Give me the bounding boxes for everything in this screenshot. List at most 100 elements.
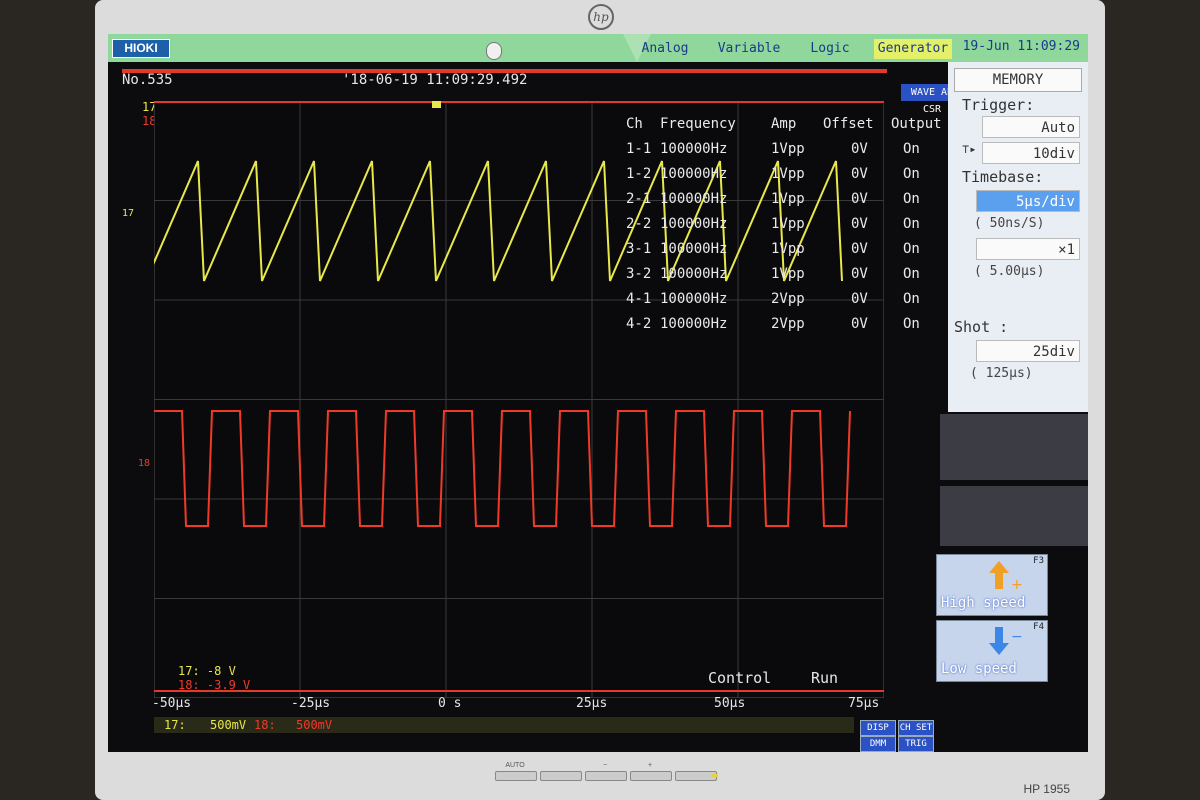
settings-side-panel: MEMORY Trigger: Auto ⊤▸ 10div Timebase: … bbox=[948, 62, 1088, 412]
row-frequency: 100000Hz bbox=[660, 266, 728, 282]
trigger-marker bbox=[432, 99, 441, 108]
high-speed-button[interactable]: F3 + High speed bbox=[936, 554, 1048, 616]
input-button[interactable] bbox=[540, 771, 582, 781]
mode-display[interactable]: MEMORY bbox=[954, 68, 1082, 92]
col-header-ch: Ch bbox=[626, 116, 643, 132]
row-amp: 2Vpp bbox=[771, 291, 805, 307]
clock: 19-Jun 11:09:29 bbox=[962, 39, 1080, 54]
row-ch: 3-2 bbox=[626, 266, 652, 282]
row-amp: 1Vpp bbox=[771, 266, 805, 282]
trigger-mode-field[interactable]: Auto bbox=[982, 116, 1080, 138]
row-ch: 3-1 bbox=[626, 241, 652, 257]
row-amp: 2Vpp bbox=[771, 316, 805, 332]
empty-softkey-2[interactable] bbox=[940, 486, 1088, 546]
row-amp: 1Vpp bbox=[771, 216, 805, 232]
svg-text:−: − bbox=[1011, 629, 1023, 645]
trig-set-button[interactable]: TRIG SET bbox=[898, 736, 934, 752]
row-frequency: 100000Hz bbox=[660, 316, 728, 332]
strip-ch18: 18: bbox=[254, 718, 276, 732]
row-frequency: 100000Hz bbox=[660, 166, 728, 182]
control-status: Run bbox=[811, 669, 839, 687]
tab-logic[interactable]: Logic bbox=[798, 39, 862, 59]
x-tick-label: 50μs bbox=[714, 696, 746, 711]
row-ch: 1-1 bbox=[626, 141, 652, 157]
row-amp: 1Vpp bbox=[771, 241, 805, 257]
strip-ch17: 17: bbox=[164, 718, 186, 732]
trigger-label: Trigger: bbox=[962, 96, 1035, 114]
timebase-label: Timebase: bbox=[962, 168, 1044, 186]
dmm-button[interactable]: DMM bbox=[860, 736, 896, 752]
row-offset: 0V bbox=[851, 191, 868, 207]
row-output: On bbox=[903, 166, 920, 182]
row-output: On bbox=[903, 241, 920, 257]
row-offset: 0V bbox=[851, 316, 868, 332]
row-frequency: 100000Hz bbox=[660, 191, 728, 207]
row-offset: 0V bbox=[851, 291, 868, 307]
row-offset: 0V bbox=[851, 241, 868, 257]
mouse-icon bbox=[486, 42, 502, 60]
channel-range-strip: 17: 500mV 18: 500mV bbox=[154, 717, 854, 733]
trigger-position-icon: ⊤▸ bbox=[962, 142, 977, 156]
row-frequency: 100000Hz bbox=[660, 216, 728, 232]
row-ch: 1-2 bbox=[626, 166, 652, 182]
col-header-amp: Amp bbox=[771, 116, 797, 132]
zoom-time: ( 5.00μs) bbox=[974, 264, 1045, 279]
oscilloscope-screen: HIOKI Analog Variable Logic Generator 19… bbox=[108, 34, 1088, 752]
up-arrow-plus-icon: + bbox=[989, 561, 1023, 593]
ch17-bottom-scale: 17: -8 V bbox=[178, 664, 236, 678]
power-led bbox=[712, 774, 718, 777]
col-header-frequency: Frequency bbox=[660, 116, 736, 132]
timebase-field[interactable]: 5μs/div bbox=[976, 190, 1080, 212]
row-output: On bbox=[903, 141, 920, 157]
ch17-marker: 17 bbox=[122, 208, 135, 219]
x-tick-label: 25μs bbox=[576, 696, 608, 711]
row-output: On bbox=[903, 191, 920, 207]
row-output: On bbox=[903, 216, 920, 232]
file-number: No.535 bbox=[122, 72, 173, 88]
minus-button[interactable] bbox=[585, 771, 627, 781]
x-tick-label: -25μs bbox=[291, 696, 331, 711]
power-button[interactable] bbox=[675, 771, 717, 781]
svg-text:+: + bbox=[1011, 577, 1023, 593]
tab-analog[interactable]: Analog bbox=[631, 39, 699, 59]
shot-field[interactable]: 25div bbox=[976, 340, 1080, 362]
tab-generator[interactable]: Generator bbox=[874, 39, 952, 59]
f4-key-label: F4 bbox=[1033, 622, 1044, 632]
disp-button[interactable]: DISP bbox=[860, 720, 896, 736]
trigger-position-field[interactable]: 10div bbox=[982, 142, 1080, 164]
x-tick-label: -50μs bbox=[152, 696, 192, 711]
plus-button-label: + bbox=[647, 762, 653, 769]
tab-variable[interactable]: Variable bbox=[708, 39, 790, 59]
row-amp: 1Vpp bbox=[771, 191, 805, 207]
row-output: On bbox=[903, 316, 920, 332]
x-tick-label: 75μs bbox=[848, 696, 880, 711]
empty-softkey-1[interactable] bbox=[940, 414, 1088, 480]
row-ch: 2-1 bbox=[626, 191, 652, 207]
trigger-timestamp: '18-06-19 11:09:29.492 bbox=[342, 72, 528, 88]
row-output: On bbox=[903, 291, 920, 307]
high-speed-label: High speed bbox=[941, 595, 1026, 611]
row-ch: 4-1 bbox=[626, 291, 652, 307]
ch-set-button[interactable]: CH SET bbox=[898, 720, 934, 736]
ch18-bottom-scale: 18: -3.9 V bbox=[178, 678, 251, 692]
row-frequency: 100000Hz bbox=[660, 291, 728, 307]
col-header-offset: Offset bbox=[823, 116, 874, 132]
plus-button[interactable] bbox=[630, 771, 672, 781]
shot-time: ( 125μs) bbox=[970, 366, 1033, 381]
row-offset: 0V bbox=[851, 166, 868, 182]
row-amp: 1Vpp bbox=[771, 141, 805, 157]
row-ch: 4-2 bbox=[626, 316, 652, 332]
row-frequency: 100000Hz bbox=[660, 241, 728, 257]
sample-rate: ( 50ns/S) bbox=[974, 216, 1045, 231]
row-offset: 0V bbox=[851, 266, 868, 282]
auto-button[interactable] bbox=[495, 771, 537, 781]
monitor-model: HP 1955 bbox=[1023, 782, 1070, 796]
row-output: On bbox=[903, 266, 920, 282]
row-offset: 0V bbox=[851, 216, 868, 232]
zoom-field[interactable]: ×1 bbox=[976, 238, 1080, 260]
low-speed-button[interactable]: F4 − Low speed bbox=[936, 620, 1048, 682]
col-header-output: Output bbox=[891, 116, 942, 132]
control-label: Control bbox=[708, 669, 772, 687]
down-arrow-minus-icon: − bbox=[989, 627, 1023, 655]
hp-logo: hp bbox=[588, 4, 614, 30]
